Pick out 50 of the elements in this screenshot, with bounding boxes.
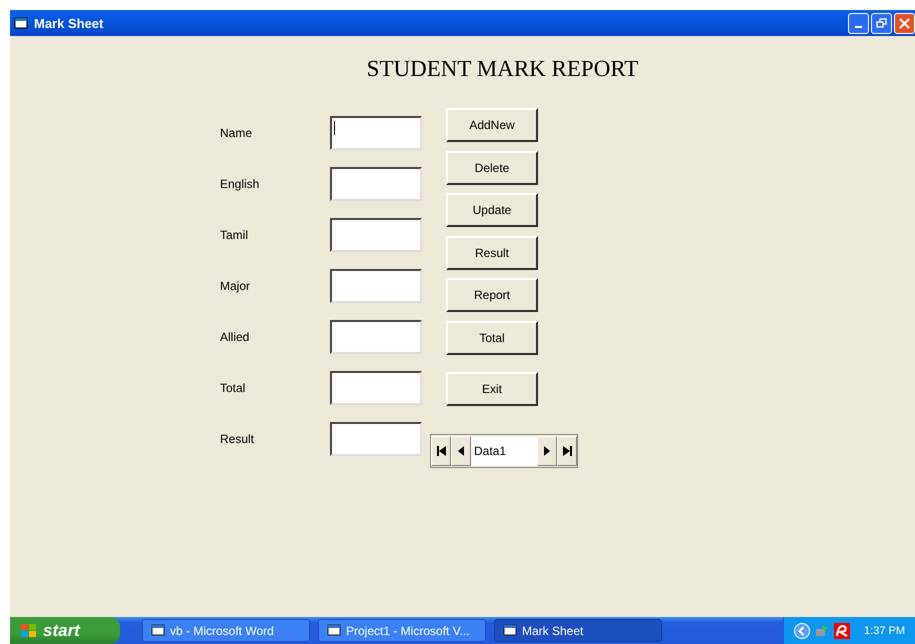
- start-button[interactable]: start: [10, 617, 120, 644]
- restore-icon: [876, 18, 887, 28]
- command-button[interactable]: Result: [446, 236, 538, 270]
- first-record-button[interactable]: [431, 436, 451, 466]
- input-field[interactable]: [330, 167, 422, 201]
- taskbar-button[interactable]: Project1 - Microsoft V...: [318, 619, 486, 642]
- minimize-icon: [855, 26, 862, 28]
- input-field[interactable]: [330, 218, 422, 252]
- window-title: Mark Sheet: [34, 16, 104, 30]
- input-field[interactable]: [330, 116, 422, 150]
- field-label: English: [220, 177, 260, 191]
- input-field[interactable]: [330, 320, 422, 354]
- command-button[interactable]: Update: [446, 193, 538, 227]
- next-icon: [544, 446, 550, 456]
- field-label: Name: [220, 126, 254, 140]
- first-icon: [436, 446, 446, 456]
- input-field[interactable]: [330, 269, 422, 303]
- data-control[interactable]: Data1: [430, 434, 578, 468]
- last-record-button[interactable]: [557, 436, 577, 466]
- field-label: Tamil: [220, 228, 250, 242]
- taskbar-button[interactable]: Mark Sheet: [494, 619, 662, 642]
- window-icon: [151, 624, 165, 637]
- command-button[interactable]: AddNew: [446, 108, 538, 142]
- input-field[interactable]: [330, 422, 422, 456]
- close-icon: [899, 18, 910, 28]
- field-label: Allied: [220, 330, 250, 344]
- restore-button[interactable]: [871, 12, 892, 34]
- next-record-button[interactable]: [537, 436, 557, 466]
- close-button[interactable]: [894, 12, 915, 34]
- minimize-button[interactable]: [848, 12, 869, 34]
- chevron-icon[interactable]: [794, 622, 810, 638]
- window-icon: [327, 624, 341, 637]
- field-label: Major: [220, 279, 252, 293]
- command-button[interactable]: Total: [446, 320, 538, 354]
- clock: 1:37 PM: [864, 624, 905, 636]
- field-label: Total: [220, 381, 246, 395]
- flag-icon: [20, 622, 38, 638]
- previous-icon: [458, 446, 464, 456]
- last-icon: [562, 446, 572, 456]
- taskbar-button[interactable]: vb - Microsoft Word: [142, 619, 310, 642]
- previous-record-button[interactable]: [451, 436, 471, 466]
- window-icon: [503, 624, 517, 637]
- command-button[interactable]: Delete: [446, 150, 538, 184]
- window-icon: [14, 17, 28, 29]
- data-caption: Data1: [471, 436, 537, 466]
- input-field[interactable]: [330, 371, 422, 405]
- report-heading: STUDENT MARK REPORT: [366, 56, 640, 82]
- field-label: Result: [220, 432, 256, 446]
- command-button[interactable]: Report: [446, 278, 538, 312]
- command-button[interactable]: Exit: [446, 372, 538, 406]
